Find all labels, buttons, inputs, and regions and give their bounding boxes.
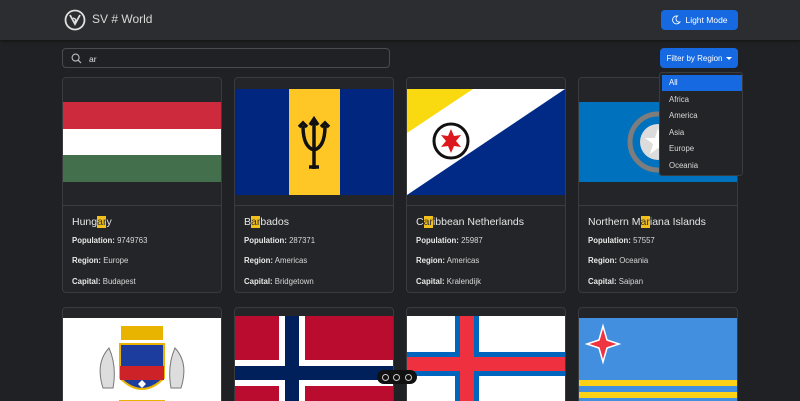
search-highlight: ar xyxy=(251,216,261,228)
navbar: SV # World Light Mode xyxy=(0,0,800,40)
region-option-oceania[interactable]: Oceania xyxy=(662,158,742,174)
country-card[interactable]: Barbados Population: 287371 Region: Amer… xyxy=(234,77,394,293)
population-row: Population: 9749763 xyxy=(72,236,148,245)
moon-icon xyxy=(672,15,682,25)
region-option-europe[interactable]: Europe xyxy=(662,141,742,157)
country-name[interactable]: Northern Mariana Islands xyxy=(588,216,706,228)
floating-toolbar[interactable] xyxy=(377,370,417,384)
region-row: Region: Americas xyxy=(244,256,308,265)
region-row: Region: Europe xyxy=(72,256,129,265)
faroe-islands-flag-image xyxy=(407,316,565,401)
population-row: Population: 25987 xyxy=(416,236,483,245)
light-mode-label: Light Mode xyxy=(685,15,728,25)
logo-icon[interactable] xyxy=(64,9,86,31)
capital-row: Capital: Budapest xyxy=(72,277,136,286)
country-name[interactable]: Hungary xyxy=(72,216,112,228)
country-name[interactable]: Caribbean Netherlands xyxy=(416,216,524,228)
country-card[interactable]: Hungary Population: 9749763 Region: Euro… xyxy=(62,77,222,293)
brand-title[interactable]: SV # World xyxy=(92,12,152,26)
country-name[interactable]: Barbados xyxy=(244,216,289,228)
aruba-flag-image xyxy=(579,318,737,401)
hungary-flag-image xyxy=(63,101,221,182)
region-option-asia[interactable]: Asia xyxy=(662,125,742,141)
country-card[interactable] xyxy=(406,307,566,401)
population-row: Population: 287371 xyxy=(244,236,316,245)
caret-down-icon xyxy=(725,56,732,60)
light-mode-button[interactable]: Light Mode xyxy=(661,10,738,30)
edit-icon[interactable] xyxy=(404,373,412,381)
country-card[interactable] xyxy=(578,307,738,401)
capital-row: Capital: Kralendijk xyxy=(416,277,482,286)
view-icon[interactable] xyxy=(393,373,401,381)
region-row: Region: Americas xyxy=(416,256,480,265)
country-card[interactable] xyxy=(234,307,394,401)
search-highlight: ar xyxy=(640,216,650,228)
search-input[interactable]: ar xyxy=(89,54,97,64)
filter-region-button[interactable]: Filter by Region xyxy=(660,48,738,68)
barbados-flag-image xyxy=(235,88,393,195)
norway-flag-image xyxy=(235,316,393,401)
caribbean-netherlands-flag-image xyxy=(407,88,565,195)
search-field[interactable]: ar xyxy=(62,48,390,68)
saint-barthelemy-flag-image xyxy=(63,318,221,401)
search-icon xyxy=(71,53,82,64)
chat-icon[interactable] xyxy=(382,373,390,381)
filter-region-label: Filter by Region xyxy=(666,53,723,63)
region-dropdown-menu: All Africa America Asia Europe Oceania xyxy=(659,72,743,176)
region-option-america[interactable]: America xyxy=(662,108,742,124)
population-row: Population: 57557 xyxy=(588,236,655,245)
region-option-all[interactable]: All xyxy=(662,75,742,91)
region-row: Region: Oceania xyxy=(588,256,649,265)
country-card[interactable]: Caribbean Netherlands Population: 25987 … xyxy=(406,77,566,293)
search-highlight: ar xyxy=(423,216,433,228)
region-option-africa[interactable]: Africa xyxy=(662,92,742,108)
capital-row: Capital: Bridgetown xyxy=(244,277,314,286)
country-card[interactable] xyxy=(62,307,222,401)
capital-row: Capital: Saipan xyxy=(588,277,644,286)
